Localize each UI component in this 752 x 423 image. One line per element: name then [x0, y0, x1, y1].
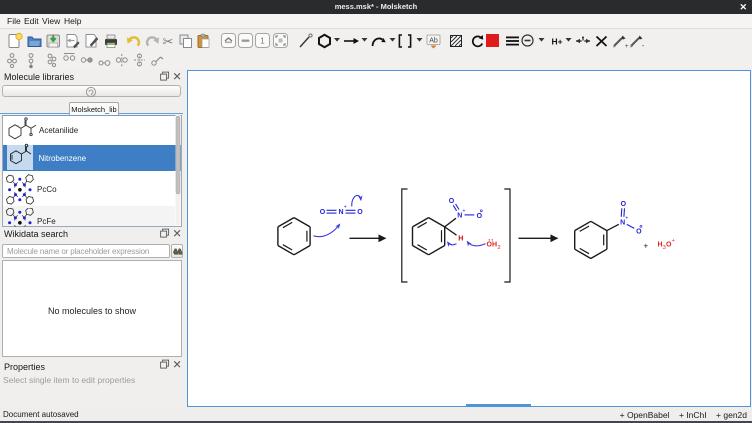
svg-text:H+: H+	[551, 37, 562, 47]
svg-text:-: -	[642, 43, 645, 50]
svg-text:Ab: Ab	[429, 38, 438, 45]
svg-text:✂: ✂	[163, 34, 174, 49]
svg-text:+: +	[625, 44, 629, 50]
svg-text:1: 1	[260, 37, 265, 46]
